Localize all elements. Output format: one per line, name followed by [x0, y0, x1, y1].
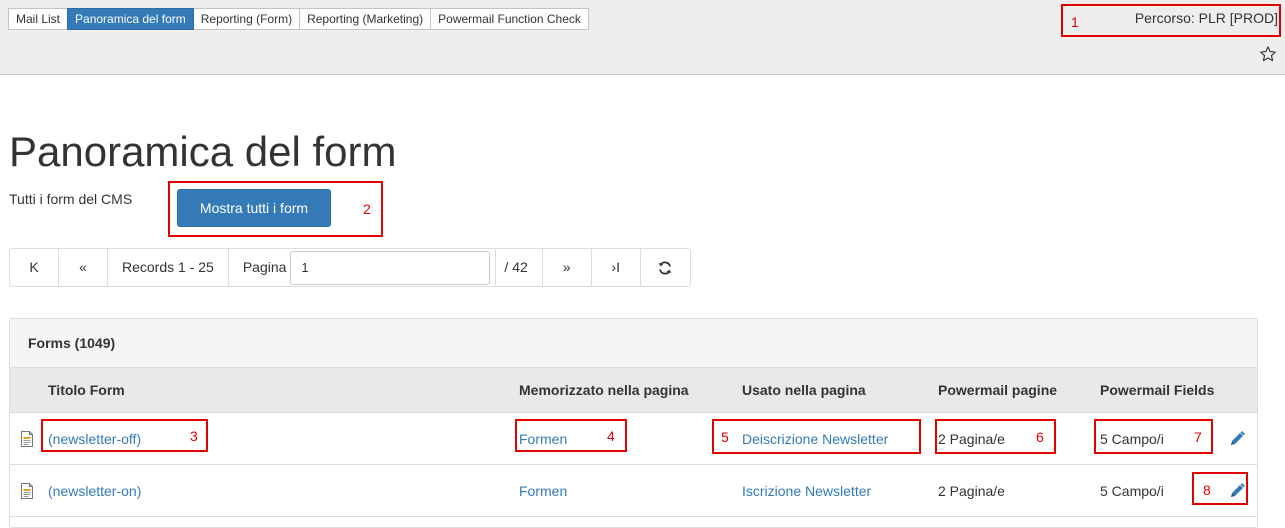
tab-mail-list[interactable]: Mail List — [8, 8, 69, 30]
star-icon[interactable] — [1259, 45, 1277, 63]
annotation-label-3: 3 — [190, 428, 198, 444]
page-selector: Pagina — [229, 249, 497, 286]
tab-function-check[interactable]: Powermail Function Check — [430, 8, 589, 30]
table-row: (newsletter-on) Formen Iscrizione Newsle… — [10, 465, 1257, 517]
powermail-fields-count: 5 Campo/i — [1100, 482, 1164, 499]
refresh-icon[interactable] — [641, 249, 690, 286]
first-page-button[interactable]: K — [10, 249, 59, 286]
page-label: Pagina — [242, 259, 287, 275]
pagination-bar: K « Records 1 - 25 Pagina / 42 » ›I — [9, 248, 691, 287]
annotation-label-8: 8 — [1203, 482, 1211, 498]
annotation-box-8 — [1192, 472, 1248, 505]
next-page-button[interactable]: » — [543, 249, 592, 286]
annotation-label-1: 1 — [1071, 14, 1079, 30]
annotation-box-1 — [1061, 4, 1281, 37]
page-description: Tutti i form del CMS — [9, 191, 133, 207]
column-header-pages[interactable]: Powermail pagine — [938, 368, 1057, 412]
column-header-stored[interactable]: Memorizzato nella pagina — [519, 368, 689, 412]
page-number-input[interactable] — [290, 250, 491, 285]
annotation-box-5 — [712, 419, 921, 454]
form-document-icon — [20, 413, 34, 464]
annotation-label-4: 4 — [607, 428, 615, 444]
annotation-box-2 — [168, 181, 383, 237]
pencil-icon[interactable] — [1228, 413, 1246, 464]
used-page-link[interactable]: Iscrizione Newsletter — [742, 483, 871, 499]
annotation-label-6: 6 — [1036, 429, 1044, 445]
table-header: Titolo Form Memorizzato nella pagina Usa… — [10, 368, 1257, 413]
annotation-label-5: 5 — [721, 429, 729, 445]
page-title: Panoramica del form — [9, 128, 397, 175]
annotation-label-2: 2 — [363, 201, 371, 217]
annotation-box-3 — [41, 419, 208, 452]
module-tabs: Mail List Panoramica del form Reporting … — [8, 8, 589, 30]
column-header-fields[interactable]: Powermail Fields — [1100, 368, 1214, 412]
column-header-used[interactable]: Usato nella pagina — [742, 368, 866, 412]
column-header-title[interactable]: Titolo Form — [48, 368, 125, 412]
last-page-button[interactable]: ›I — [592, 249, 641, 286]
total-pages: / 42 — [496, 249, 543, 286]
records-range[interactable]: Records 1 - 25 — [108, 249, 229, 286]
forms-panel-heading: Forms (1049) — [10, 319, 1257, 368]
annotation-label-7: 7 — [1194, 429, 1202, 445]
powermail-pages-count: 2 Pagina/e — [938, 482, 1005, 499]
tab-form-overview[interactable]: Panoramica del form — [67, 8, 194, 30]
form-document-icon — [20, 465, 34, 516]
stored-page-link[interactable]: Formen — [519, 483, 567, 499]
tab-reporting-marketing[interactable]: Reporting (Marketing) — [299, 8, 432, 30]
form-title-link[interactable]: (newsletter-on) — [48, 483, 141, 499]
previous-page-button[interactable]: « — [59, 249, 108, 286]
tab-reporting-form[interactable]: Reporting (Form) — [192, 8, 301, 30]
